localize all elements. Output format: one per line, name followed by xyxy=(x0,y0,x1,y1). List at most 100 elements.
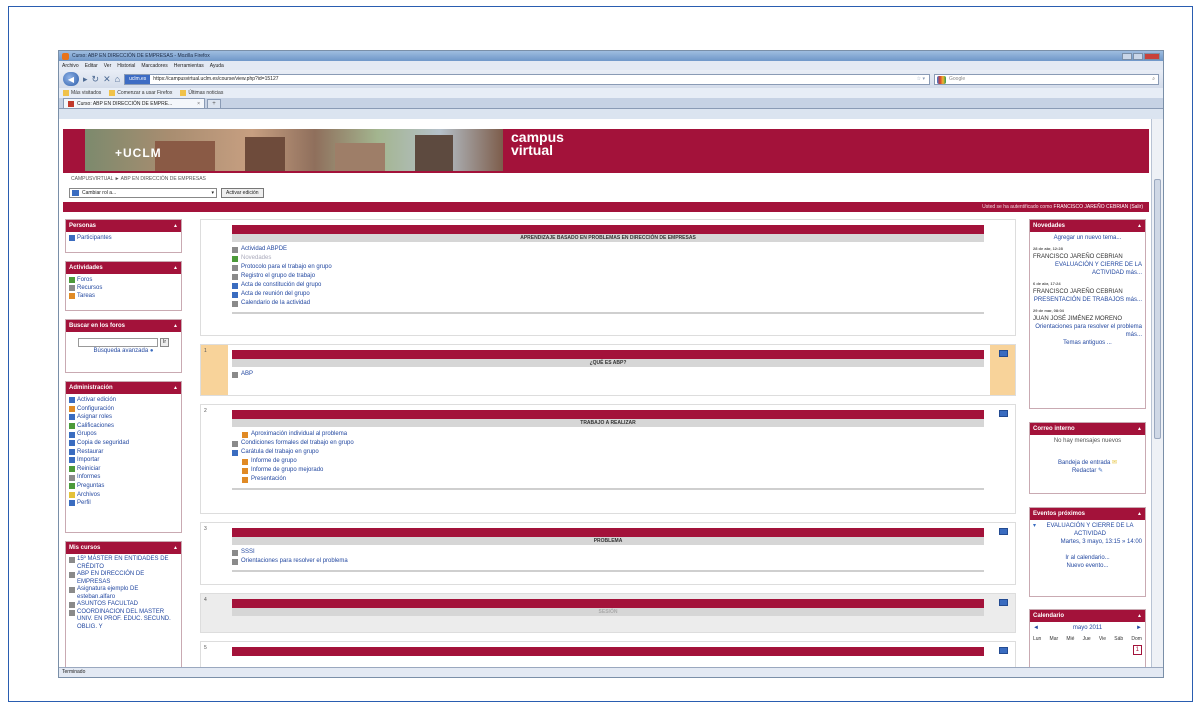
campus-virtual-logo[interactable]: campus virtual xyxy=(511,130,564,157)
admin-item-grades[interactable]: Calificaciones xyxy=(69,422,178,431)
close-button[interactable] xyxy=(1144,52,1160,60)
add-topic-link[interactable]: Agregar un nuevo tema... xyxy=(1033,234,1142,242)
activity-link[interactable]: Actividad ABPDE xyxy=(232,245,984,254)
url-text[interactable]: https://campusvirtual.uclm.es/course/vie… xyxy=(153,76,278,82)
address-bar[interactable]: uclm.es https://campusvirtual.uclm.es/co… xyxy=(124,73,930,85)
scrollbar-thumb[interactable] xyxy=(1154,179,1161,439)
news-post-link[interactable]: PRESENTACIÓN DE TRABAJOS más... xyxy=(1033,296,1142,304)
new-tab-button[interactable]: + xyxy=(207,99,221,108)
activity-assignments-link[interactable]: Tareas xyxy=(69,292,178,300)
admin-item-profile[interactable]: Perfil xyxy=(69,499,178,508)
activity-link[interactable]: Carátula del trabajo en grupo xyxy=(232,448,984,457)
admin-item-groups[interactable]: Grupos xyxy=(69,430,178,439)
vertical-scrollbar[interactable] xyxy=(1151,119,1163,668)
activity-link[interactable]: Novedades xyxy=(232,254,984,263)
course-item[interactable]: Asignatura ejemplo DE esteban.alfaro xyxy=(69,586,178,601)
menu-ayuda[interactable]: Ayuda xyxy=(210,63,224,69)
tab-course[interactable]: Curso: ABP EN DIRECCIÓN DE EMPRE... × xyxy=(63,98,205,108)
course-item[interactable]: ASUNTOS FACULTAD xyxy=(69,601,178,609)
course-item[interactable]: 15º MÁSTER EN ENTIDADES DE CRÉDITO xyxy=(69,556,178,571)
forward-arrow-icon[interactable]: ▸ xyxy=(83,74,88,85)
section-toggle-icon[interactable] xyxy=(999,350,1008,357)
new-event-link[interactable]: Nuevo evento... xyxy=(1033,562,1142,570)
logout-link[interactable]: (Salir) xyxy=(1130,204,1143,210)
activity-link[interactable]: Calendario de la actividad xyxy=(232,299,984,308)
course-item[interactable]: COORDINACION DEL MASTER UNIV. EN PROF. E… xyxy=(69,609,178,632)
goto-calendar-link[interactable]: Ir al calendario... xyxy=(1033,554,1142,562)
menu-ver[interactable]: Ver xyxy=(104,63,112,69)
uclm-logo[interactable]: +UCLM xyxy=(115,146,162,160)
admin-item-files[interactable]: Archivos xyxy=(69,491,178,500)
news-post-link[interactable]: EVALUACIÓN Y CIERRE DE LA ACTIVIDAD más.… xyxy=(1033,261,1142,277)
collapse-icon[interactable]: ▲ xyxy=(173,320,178,332)
google-icon[interactable] xyxy=(937,75,946,84)
activity-forums-link[interactable]: Foros xyxy=(69,276,178,284)
bookmark-getting-started[interactable]: Comenzar a usar Firefox xyxy=(109,90,172,96)
maximize-button[interactable] xyxy=(1133,52,1143,60)
edit-mode-button[interactable]: Activar edición xyxy=(221,188,264,198)
news-post-link[interactable]: Orientaciones para resolver el problema … xyxy=(1033,323,1142,339)
activity-link[interactable]: Informe de grupo xyxy=(232,457,984,466)
collapse-icon[interactable]: ▲ xyxy=(1137,423,1142,435)
activity-link[interactable]: Registro el grupo de trabajo xyxy=(232,272,984,281)
calendar-day-today[interactable]: 1 xyxy=(1132,645,1142,655)
collapse-icon[interactable]: ▲ xyxy=(1137,508,1142,520)
section-toggle-icon[interactable] xyxy=(999,528,1008,535)
admin-item-reports[interactable]: Informes xyxy=(69,473,178,482)
collapse-icon[interactable]: ▲ xyxy=(173,220,178,232)
admin-item-reset[interactable]: Reiniciar xyxy=(69,465,178,474)
activity-link[interactable]: ABP xyxy=(232,370,984,379)
admin-item-roles[interactable]: Asignar roles xyxy=(69,413,178,422)
activity-link[interactable]: Acta de reunión del grupo xyxy=(232,290,984,299)
back-arrow-icon[interactable]: ◀ xyxy=(63,72,79,86)
admin-item-import[interactable]: Importar xyxy=(69,456,178,465)
activity-resources-link[interactable]: Recursos xyxy=(69,284,178,292)
help-icon[interactable]: ● xyxy=(150,348,154,354)
reload-icon[interactable]: ↻ xyxy=(92,74,100,85)
section-toggle-icon[interactable] xyxy=(999,410,1008,417)
activity-link[interactable]: Condiciones formales del trabajo en grup… xyxy=(232,439,984,448)
activity-link[interactable]: Protocolo para el trabajo en grupo xyxy=(232,263,984,272)
menu-herramientas[interactable]: Herramientas xyxy=(174,63,204,69)
section-toggle-icon[interactable] xyxy=(999,647,1008,654)
menu-marcadores[interactable]: Marcadores xyxy=(141,63,167,69)
search-input[interactable]: Google ⌕ xyxy=(934,73,1159,85)
activity-link[interactable]: Acta de constitución del grupo xyxy=(232,281,984,290)
activity-link[interactable]: Presentación xyxy=(232,475,984,484)
role-select[interactable]: Cambiar rol a... ▾ xyxy=(69,188,217,198)
minimize-button[interactable] xyxy=(1122,52,1132,60)
tab-close-icon[interactable]: × xyxy=(197,101,200,107)
collapse-icon[interactable]: ▲ xyxy=(1137,610,1142,622)
user-link[interactable]: FRANCISCO JAREÑO CEBRIAN xyxy=(1054,204,1129,210)
activity-link[interactable]: Informe de grupo mejorado xyxy=(232,466,984,475)
admin-item-settings[interactable]: Configuración xyxy=(69,405,178,414)
admin-item-questions[interactable]: Preguntas xyxy=(69,482,178,491)
compose-link[interactable]: Redactar ✎ xyxy=(1033,467,1142,475)
collapse-icon[interactable]: ▲ xyxy=(173,382,178,394)
collapse-icon[interactable]: ▲ xyxy=(173,262,178,274)
search-icon[interactable]: ⌕ xyxy=(1152,76,1155,82)
forum-search-go-button[interactable]: Ir xyxy=(159,338,170,347)
menu-archivo[interactable]: Archivo xyxy=(62,63,79,69)
menu-historial[interactable]: Historial xyxy=(117,63,135,69)
advanced-search-link[interactable]: Búsqueda avanzada ● xyxy=(69,347,178,355)
bookmark-latest-news[interactable]: Últimas noticias xyxy=(180,90,223,96)
course-item[interactable]: ABP EN DIRECCIÓN DE EMPRESAS xyxy=(69,571,178,586)
site-identity-badge[interactable]: uclm.es xyxy=(125,74,151,84)
collapse-icon[interactable]: ▲ xyxy=(1137,220,1142,232)
collapse-icon[interactable]: ▲ xyxy=(173,542,178,554)
activity-link[interactable]: SSSI xyxy=(232,548,984,557)
prev-month-icon[interactable]: ◄ xyxy=(1033,624,1039,632)
breadcrumb[interactable]: CAMPUSVIRTUAL ► ABP EN DIRECCIÓN DE EMPR… xyxy=(71,176,206,182)
event-link[interactable]: ▾ EVALUACIÓN Y CIERRE DE LA ACTIVIDAD xyxy=(1033,522,1142,538)
admin-item-restore[interactable]: Restaurar xyxy=(69,448,178,457)
activity-link[interactable]: Orientaciones para resolver el problema xyxy=(232,557,984,566)
participants-link[interactable]: Participantes xyxy=(69,234,178,242)
next-month-icon[interactable]: ► xyxy=(1136,624,1142,632)
activity-link[interactable]: Aproximación individual al problema xyxy=(232,430,984,439)
section-toggle-icon[interactable] xyxy=(999,599,1008,606)
inbox-link[interactable]: Bandeja de entrada ✉ xyxy=(1033,459,1142,467)
home-icon[interactable]: ⌂ xyxy=(115,74,120,84)
bookmark-star-icon[interactable]: ☆ ▾ xyxy=(917,76,925,82)
older-topics-link[interactable]: Temas antiguos ... xyxy=(1033,339,1142,347)
